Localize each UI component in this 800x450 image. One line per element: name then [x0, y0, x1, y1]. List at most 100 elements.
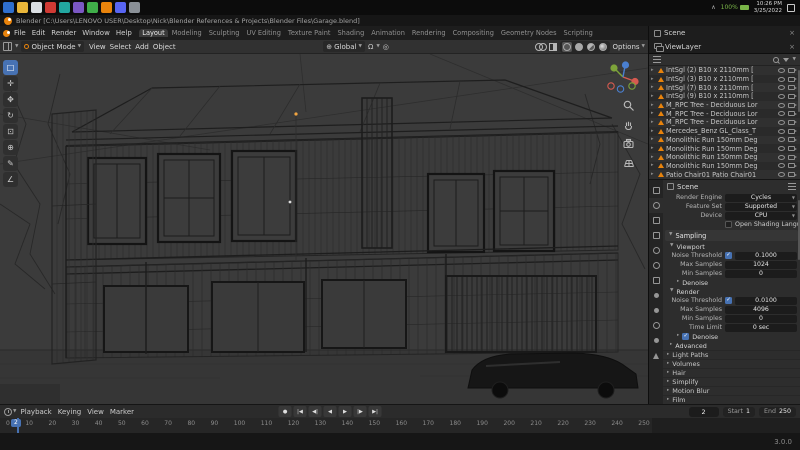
outliner-object-row[interactable]: ▸ M_RPC Tree - Deciduous Lor: [649, 109, 800, 118]
expand-icon[interactable]: ▸: [651, 163, 656, 168]
hide-in-viewport-icon[interactable]: [778, 103, 785, 108]
mode-dropdown[interactable]: Object Mode ▼: [21, 41, 84, 52]
expand-icon[interactable]: ▸: [651, 120, 656, 125]
taskbar-app-icon[interactable]: [129, 2, 140, 13]
hide-in-viewport-icon[interactable]: [778, 137, 785, 142]
outliner-object-row[interactable]: ▸ Mercedes_Benz GL_Class_T: [649, 127, 800, 136]
collapsed-section-header[interactable]: ▸Hair: [663, 368, 800, 377]
vp-noise-checkbox[interactable]: ✓: [725, 252, 732, 259]
scene-unlink-icon[interactable]: ×: [789, 29, 795, 37]
disable-in-renders-icon[interactable]: [788, 77, 795, 82]
viewport-tool-button[interactable]: ∠: [3, 172, 18, 187]
topbar-menu-item[interactable]: File: [11, 29, 29, 37]
properties-tab[interactable]: [649, 333, 663, 348]
workspace-tab[interactable]: Scripting: [560, 29, 596, 37]
viewport-menu-item[interactable]: Select: [108, 43, 134, 51]
options-dropdown[interactable]: Options ▼: [613, 43, 645, 51]
expand-icon[interactable]: ▸: [651, 77, 656, 82]
properties-tab[interactable]: [649, 228, 663, 243]
taskbar-app-icon[interactable]: [45, 2, 56, 13]
hide-in-viewport-icon[interactable]: [778, 94, 785, 99]
r-noise-field[interactable]: 0.0100: [735, 297, 797, 305]
collapsed-section-header[interactable]: ▸Film: [663, 395, 800, 404]
outliner-object-row[interactable]: ▸ IntSgl (9) B10 x 2110mm [: [649, 92, 800, 101]
collapsed-section-header[interactable]: ▸Simplify: [663, 377, 800, 386]
expand-icon[interactable]: ▸: [651, 137, 656, 142]
disable-in-renders-icon[interactable]: [788, 172, 795, 177]
disable-in-renders-icon[interactable]: [788, 146, 795, 151]
frame-end-field[interactable]: End 250: [759, 407, 796, 417]
snap-caret-icon[interactable]: ▼: [376, 44, 379, 49]
scene-selector[interactable]: Scene ×: [648, 26, 800, 40]
workspace-tab[interactable]: Modeling: [168, 29, 205, 37]
properties-tab[interactable]: [649, 318, 663, 333]
expand-icon[interactable]: ▸: [651, 68, 656, 73]
disable-in-renders-icon[interactable]: [788, 68, 795, 73]
hide-in-viewport-icon[interactable]: [778, 172, 785, 177]
disable-in-renders-icon[interactable]: [788, 129, 795, 134]
disable-in-renders-icon[interactable]: [788, 137, 795, 142]
timeline-editor-icon[interactable]: [4, 408, 12, 416]
viewport-tool-button[interactable]: ✛: [3, 76, 18, 91]
shading-solid-button[interactable]: [574, 42, 584, 52]
editor-type-icon[interactable]: [3, 42, 12, 51]
outliner-object-row[interactable]: ▸ M_RPC Tree - Deciduous Lor: [649, 101, 800, 110]
collapsed-section-header[interactable]: ▸Light Paths: [663, 350, 800, 359]
outliner-object-row[interactable]: ▸ M_RPC Tree - Deciduous Lor: [649, 118, 800, 127]
advanced-header[interactable]: ▸Advanced: [663, 341, 800, 350]
3d-viewport[interactable]: □✛✥↻⊡⊕✎∠: [0, 54, 648, 404]
viewport-tool-button[interactable]: ⊡: [3, 124, 18, 139]
disable-in-renders-icon[interactable]: [788, 120, 795, 125]
properties-tab[interactable]: [649, 288, 663, 303]
perspective-toggle-icon[interactable]: [623, 157, 635, 169]
viewport-menu-item[interactable]: Object: [151, 43, 178, 51]
shading-material-button[interactable]: [586, 42, 596, 52]
tray-expand-icon[interactable]: ∧: [711, 4, 715, 11]
r-max-samples-field[interactable]: 4096: [725, 306, 797, 314]
xray-toggle-icon[interactable]: [549, 43, 557, 51]
expand-icon[interactable]: ▸: [651, 146, 656, 151]
properties-tab[interactable]: [649, 183, 663, 198]
transport-button[interactable]: ▶: [339, 406, 352, 417]
expand-icon[interactable]: ▸: [651, 155, 656, 160]
outliner-object-row[interactable]: ▸ Monolithic Run 150mm Deg: [649, 144, 800, 153]
expand-icon[interactable]: ▸: [651, 111, 656, 116]
sampling-section-header[interactable]: ▼Sampling: [665, 230, 798, 241]
action-center-icon[interactable]: [787, 4, 795, 12]
outliner-object-row[interactable]: ▸ IntSgl (7) B10 x 2110mm [: [649, 83, 800, 92]
properties-tab[interactable]: [649, 273, 663, 288]
playhead-frame-badge[interactable]: 2: [11, 419, 21, 427]
timeline-menu-item[interactable]: Marker: [107, 408, 137, 416]
pan-hand-icon[interactable]: [623, 119, 635, 131]
frame-start-field[interactable]: Start 1: [723, 407, 755, 417]
vp-min-samples-field[interactable]: 0: [725, 270, 797, 278]
taskbar-app-icon[interactable]: [101, 2, 112, 13]
timeline-menu-item[interactable]: View: [84, 408, 107, 416]
disable-in-renders-icon[interactable]: [788, 85, 795, 90]
blender-menu-icon[interactable]: [3, 30, 10, 37]
properties-tab[interactable]: [649, 213, 663, 228]
properties-tab[interactable]: [649, 198, 663, 213]
workspace-tab[interactable]: Shading: [334, 29, 368, 37]
outliner-display-mode-icon[interactable]: [653, 56, 661, 63]
shading-wireframe-button[interactable]: [562, 42, 572, 52]
taskbar-app-icon[interactable]: [73, 2, 84, 13]
r-denoise-checkbox[interactable]: ✓: [682, 333, 689, 340]
topbar-menu-item[interactable]: Render: [48, 29, 79, 37]
vp-denoise-header[interactable]: ▸Denoise: [663, 278, 800, 287]
view-layer-remove-icon[interactable]: ×: [789, 43, 795, 51]
snap-magnet-icon[interactable]: Ω: [368, 43, 373, 51]
proportional-edit-icon[interactable]: ◎: [383, 43, 389, 51]
zoom-icon[interactable]: [623, 100, 635, 112]
transport-button[interactable]: ◀|: [309, 406, 322, 417]
workspace-tab[interactable]: Texture Paint: [284, 29, 334, 37]
viewport-tool-button[interactable]: ✥: [3, 92, 18, 107]
taskbar-app-icon[interactable]: [3, 2, 14, 13]
render-engine-dropdown[interactable]: Cycles▼: [725, 194, 797, 202]
orientation-dropdown[interactable]: ⊕ Global ▼: [323, 41, 365, 52]
viewport-tool-button[interactable]: ⊕: [3, 140, 18, 155]
workspace-tab[interactable]: Sculpting: [205, 29, 243, 37]
workspace-tab[interactable]: UV Editing: [243, 29, 284, 37]
hide-in-viewport-icon[interactable]: [778, 163, 785, 168]
expand-icon[interactable]: ▸: [651, 85, 656, 90]
